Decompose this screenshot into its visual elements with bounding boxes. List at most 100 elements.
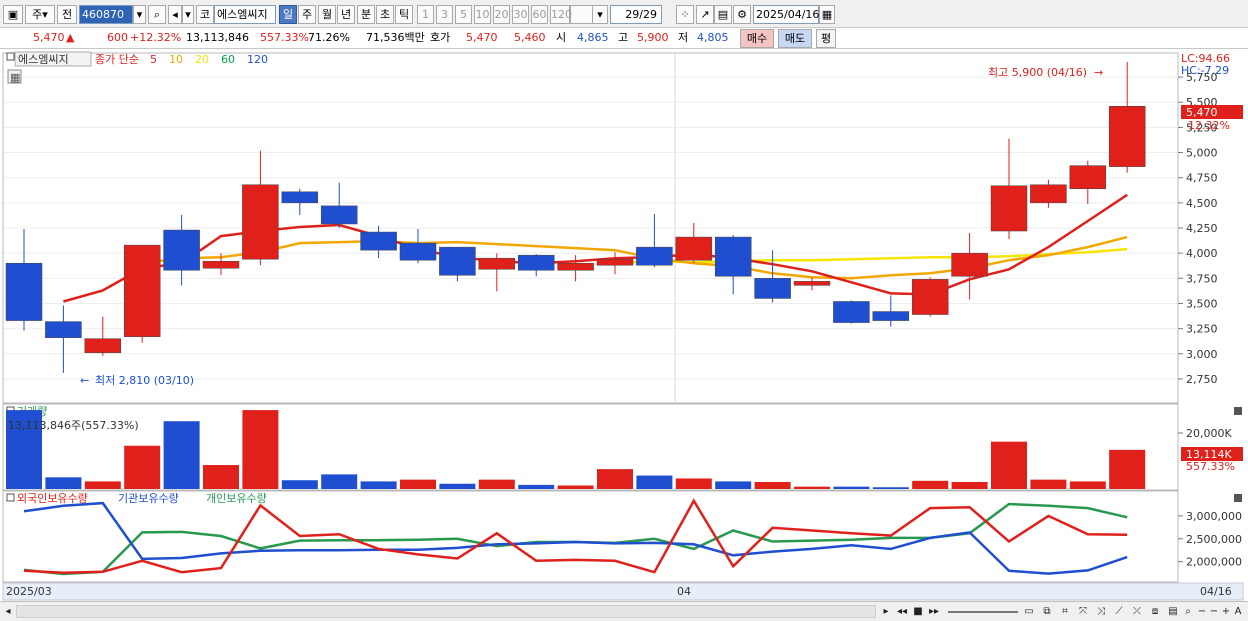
grid-settings-icon[interactable]: ⁘ bbox=[676, 5, 694, 24]
text-size-icon[interactable]: A bbox=[1232, 604, 1244, 619]
candle-body bbox=[675, 236, 713, 261]
save-icon[interactable]: ▤ bbox=[714, 5, 732, 24]
scroll-left-icon[interactable]: ◂ bbox=[2, 604, 14, 619]
price-tick-label: 4,750 bbox=[1186, 172, 1218, 185]
ma-legend-20: 20 bbox=[195, 53, 209, 66]
volume-bar bbox=[124, 445, 161, 489]
interval-button-7[interactable]: 120 bbox=[550, 5, 572, 24]
tool-icon-8[interactable]: ⧈ bbox=[1148, 604, 1162, 619]
price-tick-label: 2,750 bbox=[1186, 373, 1218, 386]
volume-panel-close-icon[interactable] bbox=[1234, 407, 1242, 415]
period-tab-6[interactable]: 틱 bbox=[395, 5, 413, 24]
gear-icon[interactable]: ⚙ bbox=[733, 5, 751, 24]
volume-bar bbox=[45, 477, 82, 489]
zoom-out-icon[interactable]: − bbox=[1196, 604, 1208, 619]
interval-button-4[interactable]: 20 bbox=[493, 5, 510, 24]
tool-icon-5[interactable]: ⤨ bbox=[1094, 604, 1108, 619]
period-tab-3[interactable]: 년 bbox=[337, 5, 355, 24]
zoom-slider[interactable] bbox=[948, 611, 1018, 613]
volume-value: 13,113,846 bbox=[186, 31, 249, 44]
speaker-icon[interactable]: ◂ bbox=[168, 5, 182, 24]
volume-bar bbox=[833, 486, 870, 489]
holdings-legend: 외국인보유수량 기관보유수량 개인보유수량 bbox=[17, 492, 267, 505]
turnover-rate: 71.26% bbox=[308, 31, 350, 44]
volume-info: 13,113,846주(557.33%) bbox=[8, 419, 139, 432]
interval-button-5[interactable]: 30 bbox=[512, 5, 529, 24]
interval-button-2[interactable]: 5 bbox=[455, 5, 472, 24]
period-tab-5[interactable]: 초 bbox=[376, 5, 394, 24]
interval-custom-arrow-icon[interactable]: ▾ bbox=[592, 5, 608, 24]
bid-price: 5,460 bbox=[514, 31, 546, 44]
tool-icon-6[interactable]: ⟋ bbox=[1112, 604, 1126, 619]
stop-icon[interactable]: ■ bbox=[912, 604, 924, 619]
volume-bar bbox=[754, 481, 791, 489]
period-tab-1[interactable]: 주 bbox=[298, 5, 316, 24]
holdings-panel-close-icon[interactable] bbox=[1234, 494, 1242, 502]
holdings-legend-0: 외국인보유수량 bbox=[17, 492, 88, 505]
volume-bar bbox=[872, 487, 909, 489]
volume-bar bbox=[597, 469, 633, 489]
candle-body bbox=[517, 254, 555, 271]
volume-bar bbox=[991, 441, 1027, 489]
interval-button-0[interactable]: 1 bbox=[417, 5, 434, 24]
current-price: 5,470 bbox=[33, 31, 65, 44]
prev-button[interactable]: 전 bbox=[57, 5, 77, 24]
chart-menu-icon[interactable]: ▣ bbox=[3, 5, 23, 24]
tool-icon-3[interactable]: ⌗ bbox=[1058, 604, 1072, 619]
bottom-toolbar: ◂ ▸ ◂◂ ■ ▸▸ ▭ ⧉ ⌗ ⤧ ⤨ ⟋ ⤫ ⧈ ▤ ⌕ − − + A bbox=[0, 601, 1248, 621]
candle-body bbox=[754, 278, 791, 299]
holdings-tick-label: 2,500,000 bbox=[1186, 533, 1242, 546]
chart-canvas[interactable]: 5,7505,5005,2505,0004,7504,5004,2504,000… bbox=[0, 50, 1248, 601]
candle-body bbox=[911, 279, 949, 315]
period-main-dropdown[interactable]: 주▾ bbox=[25, 5, 55, 24]
tool-icon-4[interactable]: ⤧ bbox=[1076, 604, 1090, 619]
interval-button-6[interactable]: 60 bbox=[531, 5, 548, 24]
zoom-in-icon[interactable]: + bbox=[1220, 604, 1232, 619]
buy-button[interactable]: 매수 bbox=[740, 29, 774, 48]
volume-bar bbox=[84, 481, 121, 489]
price-tick-label: 3,250 bbox=[1186, 323, 1218, 336]
forward-icon[interactable]: ▸▸ bbox=[927, 604, 941, 619]
market-button[interactable]: 코 bbox=[196, 5, 214, 24]
stock-name-field[interactable]: 에스엠씨지 bbox=[214, 5, 276, 24]
minus-icon[interactable]: − bbox=[1208, 604, 1220, 619]
price-tick-label: 5,000 bbox=[1186, 147, 1218, 160]
high-annotation: 최고 5,900 (04/16) bbox=[988, 66, 1087, 79]
interval-button-3[interactable]: 10 bbox=[474, 5, 491, 24]
candle-body bbox=[1108, 106, 1146, 167]
zoom-icon[interactable]: ⌕ bbox=[1182, 604, 1194, 619]
low-label: 저 bbox=[678, 31, 689, 44]
speaker-dropdown-icon[interactable]: ▾ bbox=[182, 5, 194, 24]
sell-button[interactable]: 매도 bbox=[778, 29, 812, 48]
code-dropdown-icon[interactable]: ▾ bbox=[133, 5, 146, 24]
candle-body bbox=[636, 246, 673, 266]
interval-button-1[interactable]: 3 bbox=[436, 5, 453, 24]
tool-icon-2[interactable]: ⧉ bbox=[1040, 604, 1054, 619]
search-icon[interactable]: ⌕ bbox=[148, 5, 166, 24]
period-tab-2[interactable]: 월 bbox=[318, 5, 336, 24]
eval-button[interactable]: 평 bbox=[816, 29, 836, 48]
period-tab-4[interactable]: 분 bbox=[357, 5, 375, 24]
date-field[interactable]: 2025/04/16 bbox=[753, 5, 819, 24]
volume-current-pct: 557.33% bbox=[1186, 460, 1235, 473]
scroll-right-icon[interactable]: ▸ bbox=[880, 604, 892, 619]
calendar-icon[interactable]: ▦ bbox=[819, 5, 835, 24]
draw-tool-icon[interactable]: ↗ bbox=[696, 5, 714, 24]
rewind-icon[interactable]: ◂◂ bbox=[895, 604, 909, 619]
high-price: 5,900 bbox=[637, 31, 669, 44]
period-tab-0[interactable]: 일 bbox=[279, 5, 297, 24]
horizontal-scrollbar[interactable] bbox=[16, 605, 876, 618]
tool-icon-7[interactable]: ⤫ bbox=[1130, 604, 1144, 619]
tool-icon-9[interactable]: ▤ bbox=[1166, 604, 1180, 619]
stock-code-input[interactable]: 460870 bbox=[79, 5, 133, 24]
price-change: 600 bbox=[107, 31, 128, 44]
tool-icon-1[interactable]: ▭ bbox=[1022, 604, 1036, 619]
open-price: 4,865 bbox=[577, 31, 609, 44]
ma-legend-60: 60 bbox=[221, 53, 235, 66]
volume-bar bbox=[1030, 479, 1067, 489]
candle-body bbox=[202, 260, 240, 269]
candle-body bbox=[242, 184, 279, 260]
holdings-legend-2: 개인보유수량 bbox=[206, 492, 267, 505]
volume-ratio: 557.33% bbox=[260, 31, 309, 44]
volume-bar bbox=[1109, 449, 1146, 489]
